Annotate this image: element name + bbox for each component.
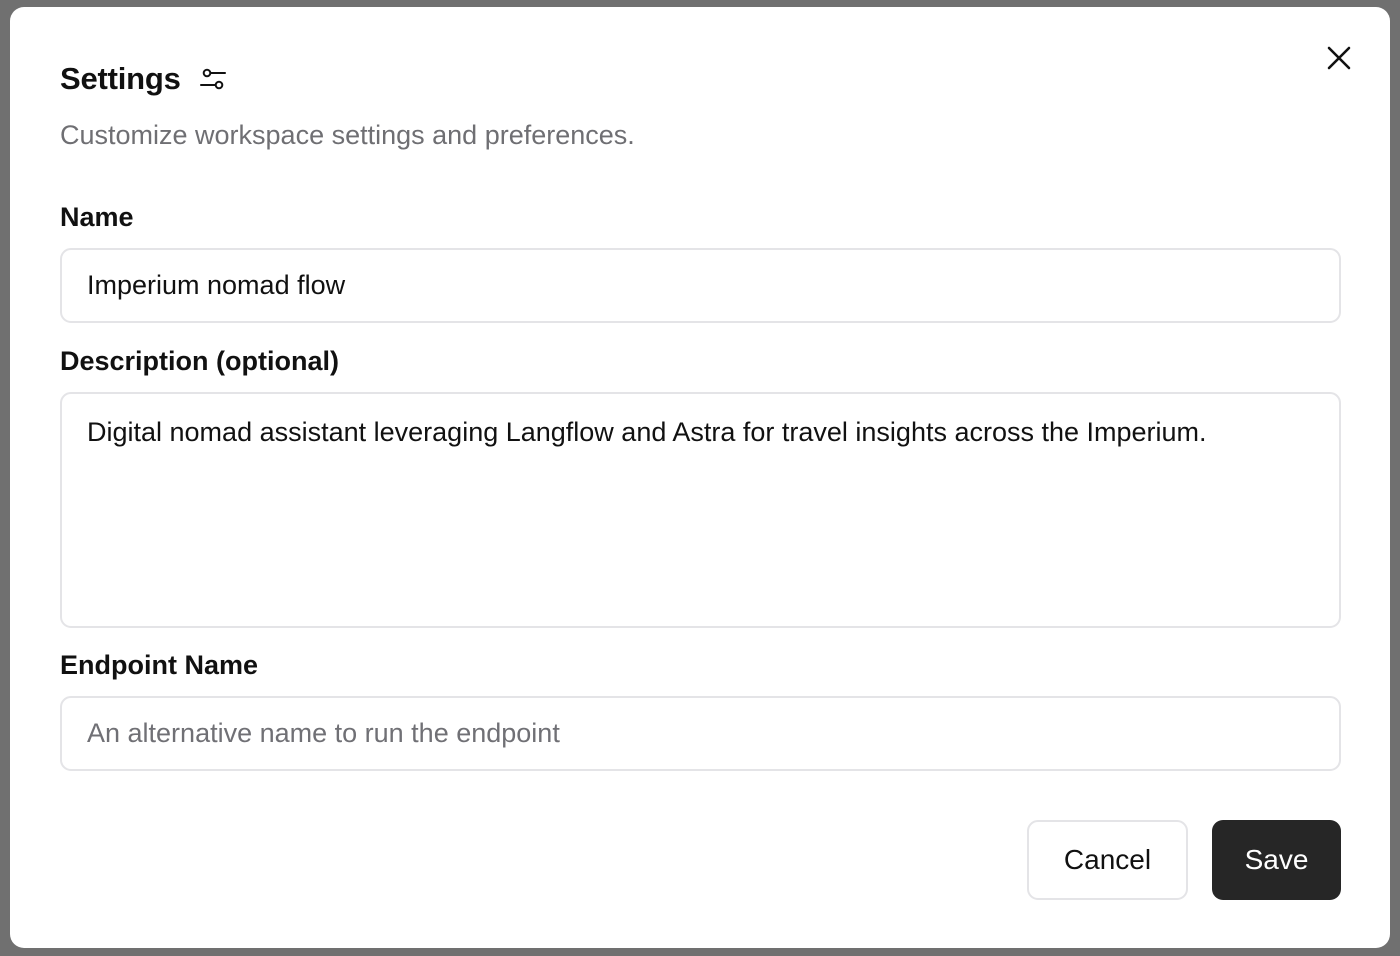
close-button[interactable] xyxy=(1324,43,1354,73)
dialog-header: Settings xyxy=(60,61,227,97)
cancel-button[interactable]: Cancel xyxy=(1027,820,1188,900)
name-input[interactable]: Imperium nomad flow xyxy=(60,248,1341,323)
description-label: Description (optional) xyxy=(60,346,339,376)
settings-dialog: Settings Customize workspace settings an… xyxy=(10,7,1390,948)
description-textarea[interactable]: Digital nomad assistant leveraging Langf… xyxy=(60,392,1341,628)
endpoint-name-label: Endpoint Name xyxy=(60,650,259,680)
close-icon xyxy=(1327,46,1351,70)
save-button[interactable]: Save xyxy=(1212,820,1341,900)
endpoint-name-placeholder: An alternative name to run the endpoint xyxy=(87,718,560,748)
dialog-subtitle: Customize workspace settings and prefere… xyxy=(60,120,635,150)
sliders-icon xyxy=(199,65,227,93)
name-input-value: Imperium nomad flow xyxy=(87,270,346,300)
description-textarea-value: Digital nomad assistant leveraging Langf… xyxy=(87,417,1207,447)
name-label: Name xyxy=(60,202,134,232)
dialog-title: Settings xyxy=(60,61,181,96)
endpoint-name-input[interactable]: An alternative name to run the endpoint xyxy=(60,696,1341,771)
